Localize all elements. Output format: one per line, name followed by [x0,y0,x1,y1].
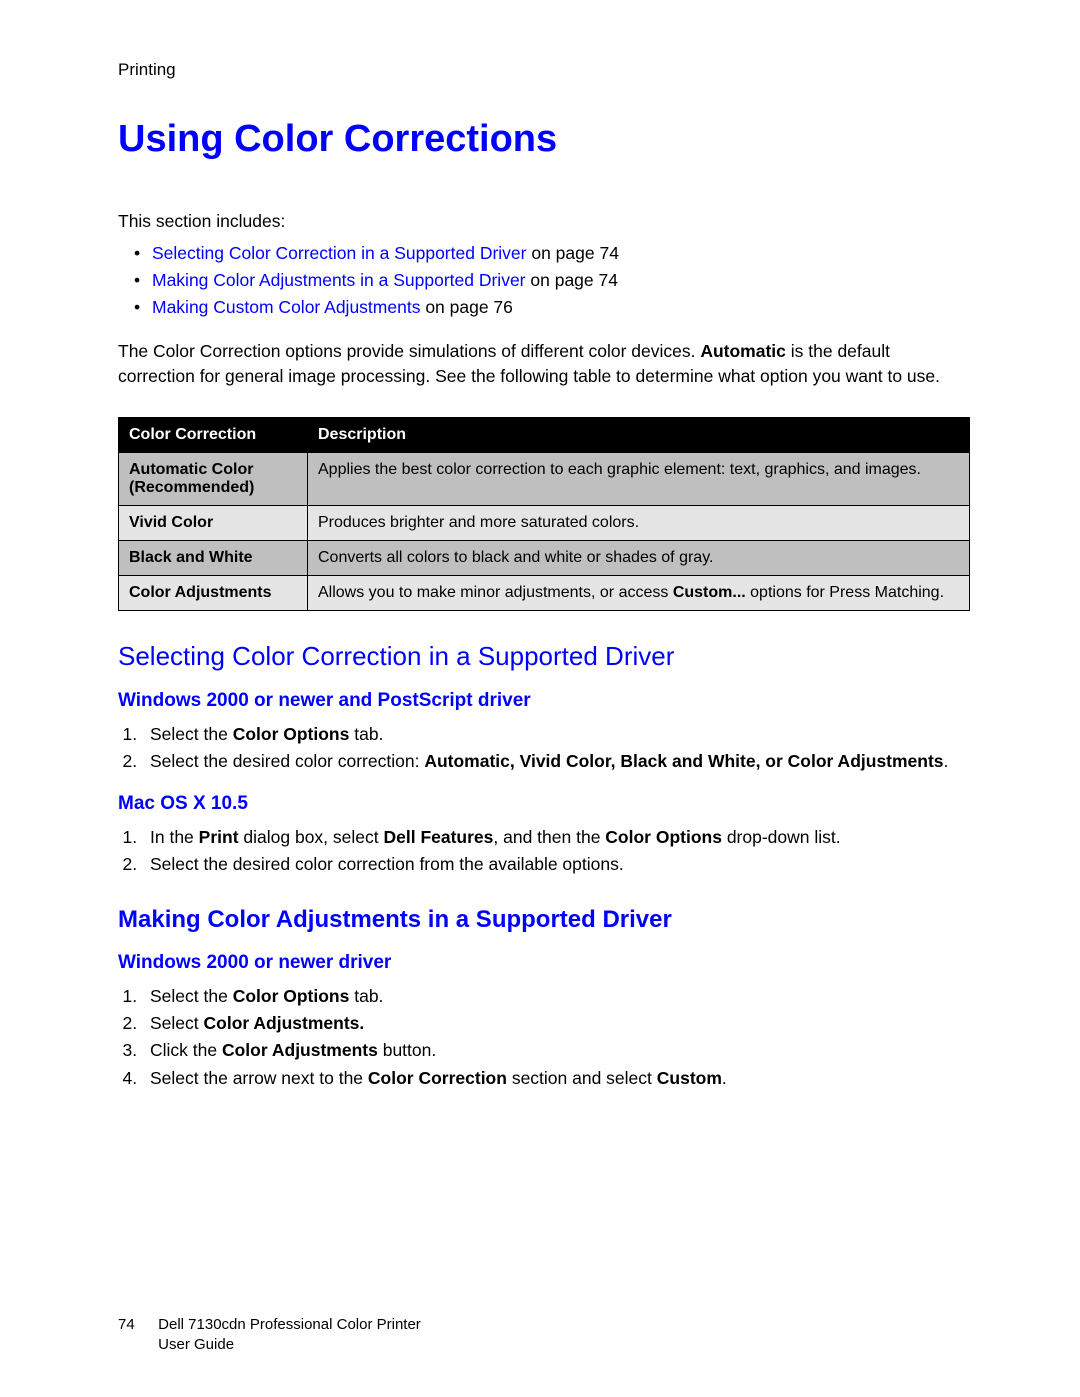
row-desc: Converts all colors to black and white o… [308,541,970,576]
overview-pre: The Color Correction options provide sim… [118,341,700,361]
steps-windows-ps: Select the Color Options tab. Select the… [118,722,970,775]
table-row: Black and White Converts all colors to b… [119,541,970,576]
table-head-description: Description [308,418,970,453]
heading-mac: Mac OS X 10.5 [118,793,970,815]
color-correction-table: Color Correction Description Automatic C… [118,417,970,611]
toc-link-custom[interactable]: Making Custom Color Adjustments [152,297,420,317]
toc-suffix: on page 74 [526,270,618,290]
row-desc: Applies the best color correction to eac… [308,453,970,506]
list-item: Select the arrow next to the Color Corre… [142,1066,970,1091]
row-label: Color Adjustments [119,576,308,611]
heading-windows-ps: Windows 2000 or newer and PostScript dri… [118,690,970,712]
toc-link-adjustments[interactable]: Making Color Adjustments in a Supported … [152,270,526,290]
toc-suffix: on page 74 [526,243,618,263]
list-item: Select the desired color correction: Aut… [142,749,970,774]
toc-link-selecting[interactable]: Selecting Color Correction in a Supporte… [152,243,526,263]
list-item: In the Print dialog box, select Dell Fea… [142,825,970,850]
page-title: Using Color Corrections [118,118,970,161]
list-item: Select the Color Options tab. [142,722,970,747]
list-item: Select Color Adjustments. [142,1011,970,1036]
overview-bold: Automatic [700,341,786,361]
table-head-correction: Color Correction [119,418,308,453]
list-item: Select the desired color correction from… [142,852,970,877]
toc-list: Selecting Color Correction in a Supporte… [118,240,970,321]
toc-item: Selecting Color Correction in a Supporte… [118,240,970,267]
list-item: Select the Color Options tab. [142,984,970,1009]
row-label: Black and White [119,541,308,576]
row-label: Vivid Color [119,506,308,541]
toc-suffix: on page 76 [420,297,512,317]
row-desc: Allows you to make minor adjustments, or… [308,576,970,611]
table-row: Vivid Color Produces brighter and more s… [119,506,970,541]
heading-making-adjustments: Making Color Adjustments in a Supported … [118,906,970,934]
steps-windows-newer: Select the Color Options tab. Select Col… [118,984,970,1092]
list-item: Click the Color Adjustments button. [142,1038,970,1063]
toc-item: Making Color Adjustments in a Supported … [118,267,970,294]
page-footer: 74 Dell 7130cdn Professional Color Print… [118,1315,421,1356]
footer-text: Dell 7130cdn Professional Color Printer … [158,1315,421,1356]
overview-paragraph: The Color Correction options provide sim… [118,339,970,389]
section-label: Printing [118,60,970,80]
intro-text: This section includes: [118,211,970,232]
page-number: 74 [118,1315,154,1335]
row-desc: Produces brighter and more saturated col… [308,506,970,541]
table-row: Automatic Color (Recommended) Applies th… [119,453,970,506]
table-row: Color Adjustments Allows you to make min… [119,576,970,611]
document-page: Printing Using Color Corrections This se… [0,0,1080,1397]
toc-item: Making Custom Color Adjustments on page … [118,294,970,321]
heading-windows-newer: Windows 2000 or newer driver [118,952,970,974]
row-label: Automatic Color (Recommended) [119,453,308,506]
heading-selecting: Selecting Color Correction in a Supporte… [118,641,970,672]
steps-mac: In the Print dialog box, select Dell Fea… [118,825,970,878]
